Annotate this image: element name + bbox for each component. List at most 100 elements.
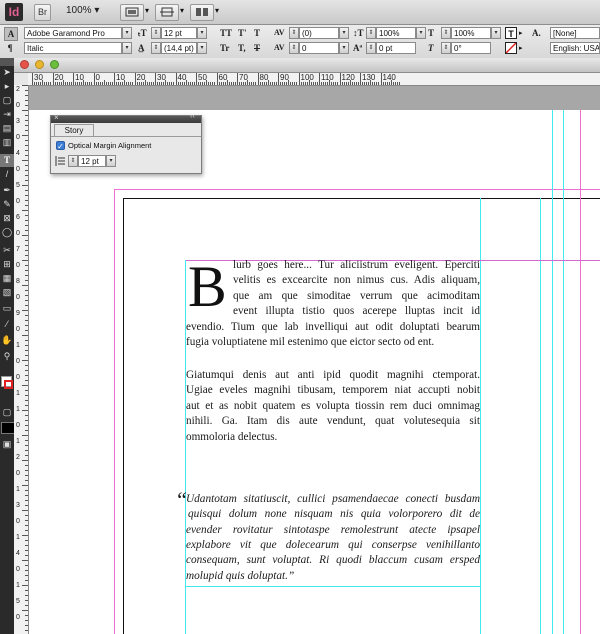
ruler-minor-tick — [304, 82, 306, 85]
page-tool-icon[interactable]: ▢ — [0, 94, 14, 107]
kerning-dropdown[interactable]: ▾ — [339, 27, 349, 39]
story-text-frame[interactable]: B lurb goes here... Tur aliciistrum evel… — [175, 258, 480, 588]
ruler-minor-tick — [355, 82, 357, 85]
content-collector-icon[interactable]: ▤ — [0, 122, 14, 135]
ruler-minor-tick — [327, 82, 329, 85]
chevron-down-icon[interactable]: ▾ — [145, 6, 149, 15]
screen-mode-icon[interactable]: ▣ — [0, 438, 14, 451]
zoom-window-icon[interactable] — [50, 60, 59, 69]
leading-stepper[interactable]: ⇕ — [151, 42, 161, 54]
character-style-field[interactable]: [None] — [550, 27, 600, 39]
tools-panel-header[interactable] — [0, 58, 14, 66]
ruler-minor-tick — [282, 82, 284, 85]
ruler-minor-tick — [185, 80, 187, 85]
ruler-label: 1 — [16, 534, 20, 541]
skew-field[interactable]: 0° — [451, 42, 491, 54]
character-formatting-icon[interactable]: A — [4, 27, 18, 41]
tracking-dropdown[interactable]: ▾ — [339, 42, 349, 54]
ruler-minor-tick — [25, 405, 28, 406]
gradient-swatch-tool-icon[interactable]: ▦ — [0, 272, 14, 285]
content-placer-icon[interactable]: ▥ — [0, 136, 14, 149]
rectangle-frame-tool-icon[interactable]: ⊠ — [0, 212, 14, 225]
font-family-dropdown[interactable]: ▾ — [122, 27, 132, 39]
horizontal-scale-field[interactable]: 100% — [451, 27, 491, 39]
underline-button[interactable]: T — [254, 27, 260, 39]
story-panel-header[interactable]: × ‹‹ — [51, 113, 201, 123]
hand-tool-icon[interactable]: ✋ — [0, 334, 14, 347]
font-style-field[interactable]: Italic — [24, 42, 122, 54]
horizontal-scale-stepper[interactable]: ⇕ — [441, 27, 451, 39]
vertical-scale-dropdown[interactable]: ▾ — [416, 27, 426, 39]
gradient-feather-tool-icon[interactable]: ▧ — [0, 286, 14, 299]
chevron-right-icon[interactable]: ▸ — [519, 29, 523, 37]
arrange-documents-button[interactable] — [190, 4, 214, 21]
horizontal-scale-dropdown[interactable]: ▾ — [491, 27, 501, 39]
font-size-field[interactable]: 12 pt — [161, 27, 197, 39]
tracking-field[interactable]: 0 — [299, 42, 339, 54]
formatting-container-icon[interactable]: ▢ — [0, 406, 14, 419]
eyedropper-tool-icon[interactable]: ⁄ — [0, 318, 14, 331]
ruler-minor-tick — [323, 82, 325, 85]
gap-tool-icon[interactable]: ⇥ — [0, 108, 14, 121]
direct-selection-tool-icon[interactable]: ▸ — [0, 80, 14, 93]
chevron-down-icon[interactable]: ▾ — [215, 6, 219, 15]
leading-field[interactable]: (14,4 pt) — [161, 42, 197, 54]
chevron-right-icon[interactable]: ▸ — [519, 44, 523, 52]
ruler-minor-tick — [25, 595, 28, 596]
bridge-button[interactable]: Br — [34, 4, 51, 21]
paragraph-formatting-icon[interactable]: ¶ — [4, 42, 16, 54]
close-window-icon[interactable] — [20, 60, 29, 69]
ellipse-tool-icon[interactable]: ◯ — [0, 226, 14, 239]
all-caps-button[interactable]: TT — [220, 27, 232, 39]
kerning-field[interactable]: (0) — [299, 27, 339, 39]
zoom-tool-icon[interactable]: ⚲ — [0, 350, 14, 363]
ruler-minor-tick — [85, 82, 87, 85]
size-stepper[interactable]: ⇕ — [68, 155, 78, 167]
subscript-button[interactable]: T, — [238, 42, 246, 54]
chevron-down-icon[interactable]: ▾ — [180, 6, 184, 15]
ruler-minor-tick — [25, 580, 28, 581]
leading-dropdown[interactable]: ▾ — [197, 42, 207, 54]
apply-color-icon[interactable] — [1, 422, 15, 434]
note-tool-icon[interactable]: ▭ — [0, 302, 14, 315]
font-size-dropdown[interactable]: ▾ — [197, 27, 207, 39]
size-field[interactable]: 12 pt — [78, 155, 106, 167]
screen-mode-button[interactable] — [155, 4, 179, 21]
selection-tool-icon[interactable]: ➤ — [0, 66, 14, 79]
kerning-stepper[interactable]: ⇕ — [289, 27, 299, 39]
scissors-tool-icon[interactable]: ✂ — [0, 244, 14, 257]
collapse-panel-icon[interactable]: ‹‹ — [190, 113, 195, 120]
vertical-ruler[interactable]: 2 0 3 0 4 0 5 0 6 0 7 0 8 0 9 0 1 0 0 1 1 0 1 2 0 1 3 0 1 4 0 1 5 0 — [14, 85, 29, 634]
horizontal-ruler[interactable]: 30 20 10 0 10 20 30 40 50 60 70 80 90 100 110 120 130 140 — [28, 73, 600, 86]
line-tool-icon[interactable]: / — [0, 168, 14, 181]
font-style-dropdown[interactable]: ▾ — [122, 42, 132, 54]
small-caps-button[interactable]: Tr — [220, 42, 229, 54]
text-fill-swatch[interactable]: T — [505, 27, 517, 39]
pen-tool-icon[interactable]: ✒ — [0, 184, 14, 197]
skew-stepper[interactable]: ⇕ — [441, 42, 451, 54]
baseline-shift-stepper[interactable]: ⇕ — [366, 42, 376, 54]
zoom-level[interactable]: 100% ▾ — [66, 5, 99, 16]
language-field[interactable]: English: USA — [550, 42, 600, 54]
view-options-button[interactable] — [120, 4, 144, 21]
vertical-scale-field[interactable]: 100% — [376, 27, 416, 39]
text-stroke-swatch[interactable] — [505, 42, 517, 54]
ruler-minor-tick — [310, 82, 312, 85]
size-dropdown[interactable]: ▾ — [106, 155, 116, 167]
type-tool-icon[interactable]: T — [0, 154, 14, 167]
strikethrough-button[interactable]: T — [254, 42, 260, 54]
font-family-field[interactable]: Adobe Garamond Pro — [24, 27, 122, 39]
minimize-window-icon[interactable] — [35, 60, 44, 69]
pencil-tool-icon[interactable]: ✎ — [0, 198, 14, 211]
close-panel-icon[interactable]: × — [54, 113, 59, 122]
superscript-button[interactable]: T' — [238, 27, 247, 39]
ruler-minor-tick — [314, 82, 316, 85]
optical-margin-checkbox[interactable]: ✓ — [56, 141, 65, 151]
vertical-scale-stepper[interactable]: ⇕ — [366, 27, 376, 39]
ruler-minor-tick — [251, 82, 253, 85]
free-transform-tool-icon[interactable]: ⊞ — [0, 258, 14, 271]
tracking-stepper[interactable]: ⇕ — [289, 42, 299, 54]
stroke-swatch[interactable] — [4, 380, 13, 389]
font-size-stepper[interactable]: ⇕ — [151, 27, 161, 39]
baseline-shift-field[interactable]: 0 pt — [376, 42, 416, 54]
